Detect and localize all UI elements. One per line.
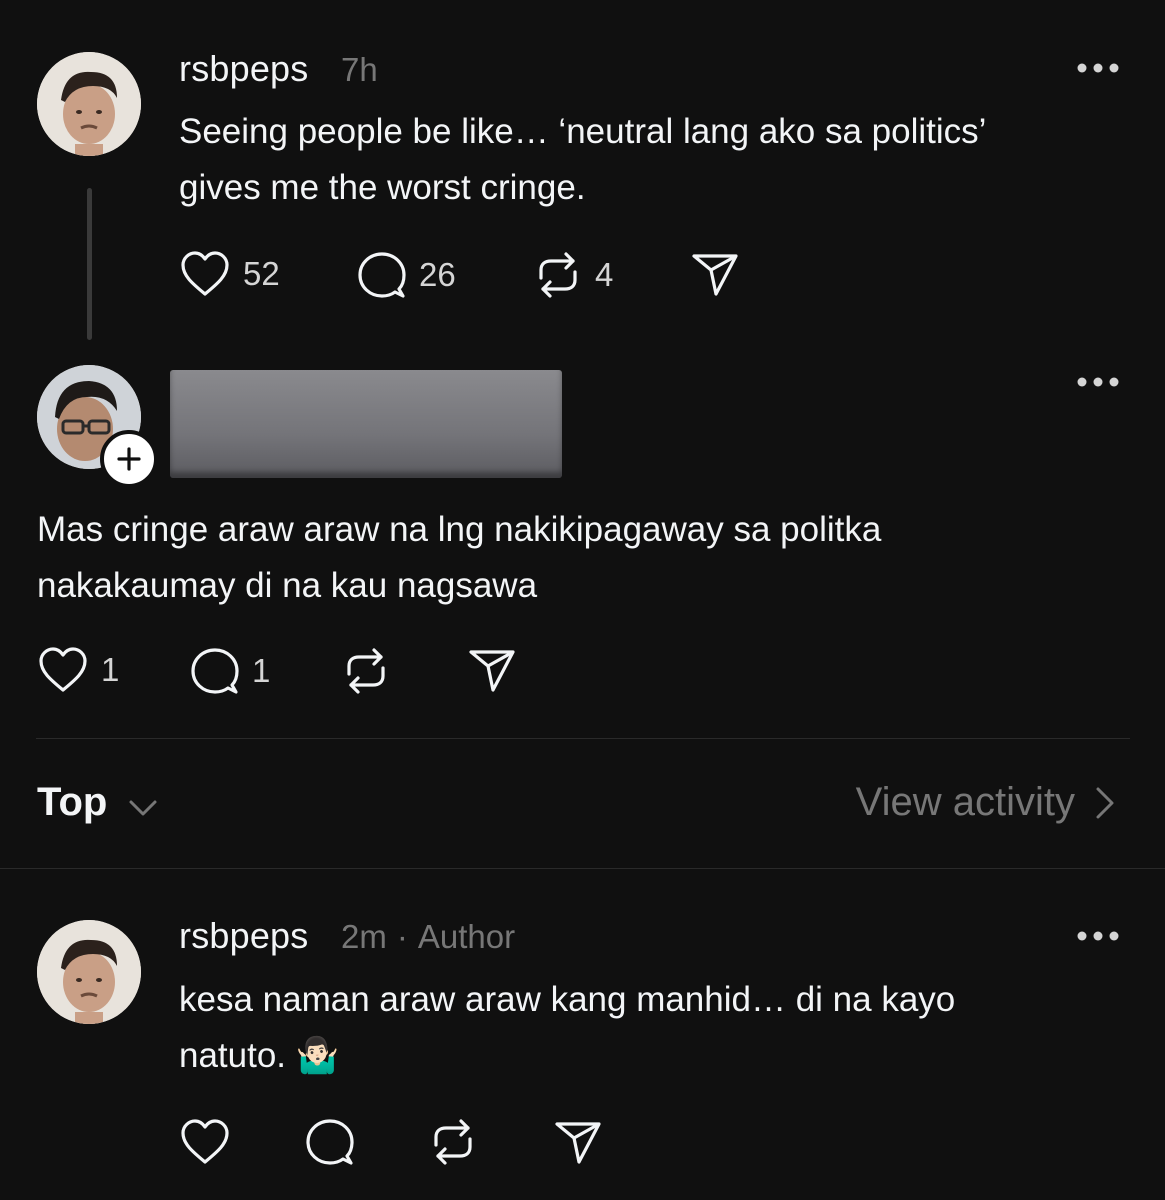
repost-icon — [341, 646, 391, 696]
send-icon — [553, 1118, 603, 1166]
reply-count: 26 — [419, 256, 456, 293]
comment-icon — [357, 250, 407, 300]
send-icon — [467, 646, 517, 694]
heart-icon — [179, 250, 231, 298]
post-text: Seeing people be like… ‘neutral lang ako… — [179, 112, 987, 207]
comment-icon — [305, 1117, 355, 1167]
share-button[interactable] — [553, 1118, 603, 1166]
repost-button[interactable] — [341, 646, 391, 696]
share-button[interactable] — [690, 250, 740, 298]
like-button[interactable]: 1 — [37, 646, 119, 694]
like-count: 1 — [101, 651, 120, 688]
divider — [36, 738, 1130, 739]
like-button[interactable]: 52 — [179, 250, 280, 298]
avatar-photo — [37, 52, 141, 156]
like-count: 52 — [243, 255, 280, 292]
more-icon[interactable] — [1076, 62, 1120, 74]
avatar-rsbpeps[interactable] — [37, 52, 141, 156]
post-username[interactable]: rsbpeps — [179, 48, 308, 90]
author-reply-username[interactable]: rsbpeps — [179, 915, 308, 957]
sort-dropdown[interactable]: Top — [37, 780, 158, 827]
more-icon[interactable] — [1076, 376, 1120, 388]
plus-icon — [116, 446, 142, 472]
view-activity-label: View activity — [855, 780, 1075, 824]
author-reply-timestamp: 2m — [341, 918, 387, 955]
reply-text: Mas cringe araw araw na lng nakikipagawa… — [37, 510, 882, 605]
avatar-photo — [37, 920, 141, 1024]
repost-count: 4 — [595, 256, 614, 293]
author-reply-meta: 2m · Author — [341, 918, 515, 956]
heart-icon — [37, 646, 89, 694]
post-timestamp: 7h — [341, 51, 378, 88]
repost-icon — [533, 250, 583, 300]
view-activity-link[interactable]: View activity — [856, 780, 1115, 825]
more-icon[interactable] — [1076, 930, 1120, 942]
redacted-username — [170, 370, 562, 478]
author-badge: Author — [417, 918, 516, 955]
reply-button[interactable]: 26 — [357, 250, 456, 300]
thread-line — [87, 188, 92, 340]
share-button[interactable] — [467, 646, 517, 694]
divider — [0, 868, 1165, 869]
reply-button[interactable]: 1 — [190, 646, 270, 696]
repost-button[interactable] — [428, 1117, 478, 1167]
author-reply-text: kesa naman araw araw kang manhid… di na … — [179, 980, 956, 1075]
reply-count: 1 — [252, 652, 271, 689]
avatar-rsbpeps[interactable] — [37, 920, 141, 1024]
comment-icon — [190, 646, 240, 696]
send-icon — [690, 250, 740, 298]
chevron-right-icon — [1095, 786, 1115, 820]
reply-button[interactable] — [305, 1117, 355, 1167]
like-button[interactable] — [179, 1118, 231, 1166]
repost-icon — [428, 1117, 478, 1167]
repost-button[interactable]: 4 — [533, 250, 613, 300]
heart-icon — [179, 1118, 231, 1166]
chevron-down-icon — [128, 782, 158, 827]
follow-button[interactable] — [100, 430, 158, 488]
sort-label: Top — [37, 780, 108, 824]
meta-separator: · — [396, 918, 408, 955]
